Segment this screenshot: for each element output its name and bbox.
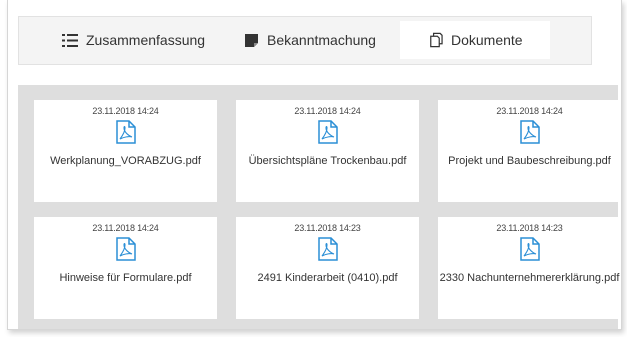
pdf-file-icon (317, 120, 338, 144)
document-date: 23.11.2018 14:24 (92, 106, 159, 116)
document-card[interactable]: 23.11.2018 14:23 2491 Kinderarbeit (0410… (236, 217, 419, 319)
document-card[interactable]: 23.11.2018 14:24 Hinweise für Formulare.… (34, 217, 217, 319)
document-name: Hinweise für Formulare.pdf (59, 272, 192, 284)
document-panel: Zusammenfassung Bekanntmachung Dokumente (7, 0, 622, 330)
tab-bekanntmachung[interactable]: Bekanntmachung (243, 21, 376, 59)
document-date: 23.11.2018 14:24 (294, 106, 361, 116)
pdf-file-icon (519, 237, 540, 261)
pdf-file-icon (115, 120, 136, 144)
document-name: Projekt und Baubeschreibung.pdf (448, 155, 611, 167)
document-date: 23.11.2018 14:23 (294, 223, 361, 233)
pdf-file-icon (115, 237, 136, 261)
tab-bar: Zusammenfassung Bekanntmachung Dokumente (18, 16, 592, 65)
tab-label: Bekanntmachung (267, 32, 376, 48)
document-name: 2330 Nachunternehmererklärung.pdf (439, 272, 620, 284)
document-name: Übersichtspläne Trockenbau.pdf (248, 155, 407, 167)
tab-dokumente[interactable]: Dokumente (400, 21, 550, 59)
tab-zusammenfassung[interactable]: Zusammenfassung (62, 21, 205, 59)
document-card[interactable]: 23.11.2018 14:23 2330 Nachunternehmererk… (438, 217, 621, 319)
tab-label: Dokumente (451, 32, 523, 48)
tab-label: Zusammenfassung (86, 32, 206, 48)
document-grid: 23.11.2018 14:24 Werkplanung_VORABZUG.pd… (18, 85, 621, 329)
document-card[interactable]: 23.11.2018 14:24 Übersichtspläne Trocken… (236, 100, 419, 202)
document-date: 23.11.2018 14:23 (496, 223, 563, 233)
document-date: 23.11.2018 14:24 (92, 223, 159, 233)
note-icon (243, 32, 259, 48)
document-card[interactable]: 23.11.2018 14:24 Werkplanung_VORABZUG.pd… (34, 100, 217, 202)
document-name: Werkplanung_VORABZUG.pdf (50, 155, 201, 167)
pdf-file-icon (317, 237, 338, 261)
document-date: 23.11.2018 14:24 (496, 106, 563, 116)
document-name: 2491 Kinderarbeit (0410).pdf (257, 272, 398, 284)
documents-icon (427, 32, 443, 48)
pdf-file-icon (519, 120, 540, 144)
list-icon (62, 32, 78, 48)
document-card[interactable]: 23.11.2018 14:24 Projekt und Baubeschrei… (438, 100, 621, 202)
